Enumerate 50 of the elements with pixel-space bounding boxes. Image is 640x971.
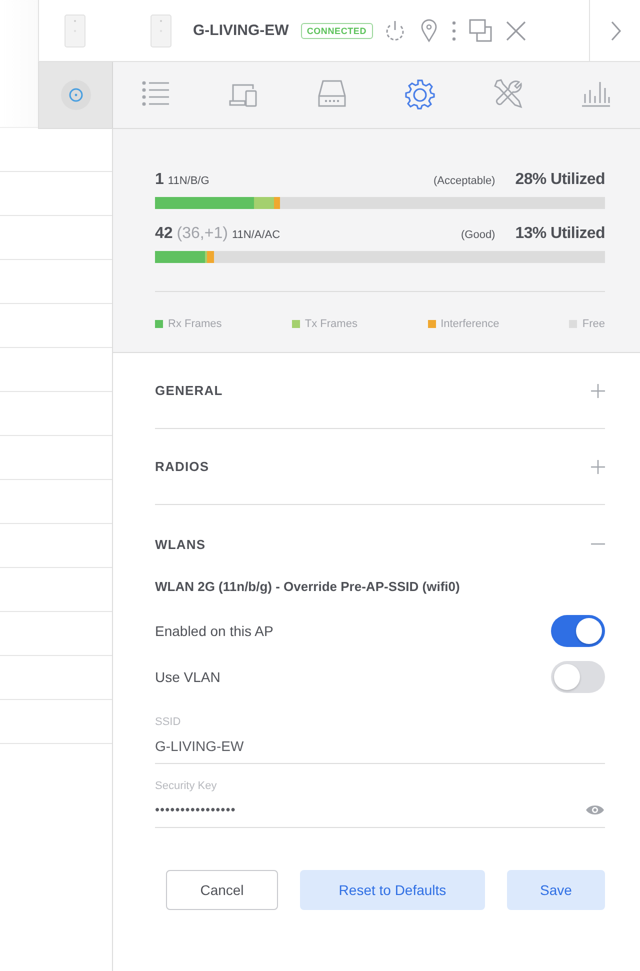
utilization-value: 13% Utilized bbox=[515, 225, 605, 243]
legend-label: Interference bbox=[440, 318, 500, 330]
device-icon bbox=[149, 14, 173, 48]
eye-icon[interactable] bbox=[585, 804, 605, 816]
toggle-label: Use VLAN bbox=[155, 669, 220, 685]
section-title: RADIOS bbox=[155, 459, 210, 474]
channel-number: 1 bbox=[155, 171, 164, 189]
channel-number: 42 bbox=[155, 225, 173, 243]
status-badge: CONNECTED bbox=[300, 22, 373, 38]
field-label: Security Key bbox=[155, 780, 218, 792]
section-title: GENERAL bbox=[155, 383, 223, 398]
legend-label: Tx Frames bbox=[304, 318, 358, 330]
device-icon bbox=[63, 14, 87, 48]
section-header[interactable]: RADIOS bbox=[155, 429, 605, 505]
restore-window-icon[interactable] bbox=[468, 18, 493, 42]
settings-icon bbox=[405, 79, 437, 111]
utilization-value: 28% Utilized bbox=[515, 171, 605, 189]
wlan-title: WLAN 2G (11n/b/g) - Override Pre-AP-SSID (wifi0) bbox=[155, 579, 461, 594]
quality-label: (Acceptable) bbox=[433, 175, 496, 187]
legend-swatch bbox=[155, 320, 163, 328]
chevron-right-icon[interactable] bbox=[610, 20, 622, 42]
legend-swatch bbox=[428, 320, 436, 328]
more-options-icon[interactable] bbox=[450, 20, 457, 42]
section-header[interactable]: GENERAL bbox=[155, 353, 605, 429]
close-icon[interactable] bbox=[504, 20, 527, 42]
section-header[interactable]: WLANS bbox=[155, 505, 605, 575]
quality-label: (Good) bbox=[460, 229, 496, 241]
field-label: SSID bbox=[155, 716, 182, 728]
save-button[interactable]: Save bbox=[507, 870, 605, 910]
band-label: 11N/B/G bbox=[168, 175, 210, 187]
access-point-icon bbox=[60, 79, 92, 111]
toggle-switch[interactable] bbox=[551, 615, 605, 647]
channel-offset: (36,+1) bbox=[176, 225, 228, 243]
cancel-button[interactable]: Cancel bbox=[166, 870, 278, 910]
band-label: 11N/A/AC bbox=[232, 229, 280, 241]
expand-icon[interactable] bbox=[591, 460, 605, 474]
reset-button[interactable]: Reset to Defaults bbox=[300, 870, 485, 910]
expand-icon[interactable] bbox=[591, 384, 605, 398]
password-field[interactable]: •••••••••••••••• bbox=[155, 792, 605, 828]
location-pin-icon[interactable] bbox=[418, 18, 439, 42]
toggle-switch[interactable] bbox=[551, 661, 605, 693]
section-title: WLANS bbox=[155, 536, 206, 552]
tools-icon bbox=[493, 79, 525, 111]
toggle-label: Enabled on this AP bbox=[155, 623, 274, 639]
input-field[interactable]: G-LIVING-EW bbox=[155, 728, 605, 764]
legend-swatch bbox=[569, 320, 578, 328]
device-name: G-LIVING-EW bbox=[193, 22, 289, 39]
legend-swatch bbox=[292, 320, 300, 328]
legend-label: Free bbox=[582, 318, 605, 330]
legend-label: Rx Frames bbox=[168, 318, 222, 330]
